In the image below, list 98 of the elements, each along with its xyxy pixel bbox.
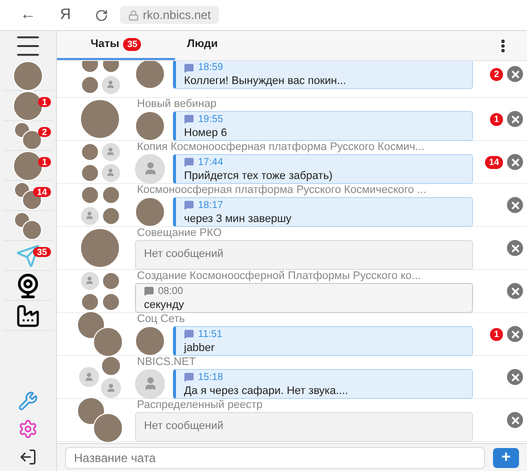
photo-placeholder bbox=[22, 220, 42, 240]
close-icon[interactable] bbox=[507, 197, 523, 213]
chat-name-field[interactable]: Название чата bbox=[65, 446, 485, 468]
exit-icon[interactable] bbox=[19, 448, 37, 466]
chat-title: Совещание РКО bbox=[136, 226, 223, 240]
chat-item[interactable]: NBICS.NET 15:18 Да я через сафари. Нет звука.... bbox=[57, 356, 527, 399]
webcam-icon[interactable] bbox=[15, 272, 41, 298]
message-time: 18:59 bbox=[198, 61, 224, 74]
photo-placeholder bbox=[135, 326, 165, 356]
user-silhouette-icon bbox=[80, 206, 98, 224]
tab[interactable]: Люди bbox=[175, 31, 245, 60]
chat-item[interactable]: Создание Космоноосферной Платформы Русского ко... 08:00 секунду bbox=[57, 270, 527, 313]
user-silhouette-icon bbox=[102, 164, 120, 182]
add-button[interactable]: + bbox=[493, 448, 519, 468]
sidebar-item[interactable]: 1 bbox=[3, 91, 53, 121]
chat-title: NBICS.NET bbox=[136, 356, 197, 368]
speech-bubble-icon bbox=[184, 329, 194, 339]
message-time: 17:44 bbox=[198, 156, 224, 168]
back-button[interactable]: ← bbox=[20, 3, 36, 27]
close-icon[interactable] bbox=[507, 111, 523, 127]
unread-count: 1 bbox=[490, 112, 503, 126]
message-time: 08:00 bbox=[158, 284, 184, 298]
chat-item[interactable]: 18:59 Коллеги! Вынужден вас покин... 2 bbox=[57, 61, 527, 98]
speech-bubble-icon bbox=[184, 200, 194, 210]
photo-placeholder bbox=[135, 196, 165, 226]
message-time: 19:55 bbox=[198, 112, 224, 126]
unread-count: 2 bbox=[38, 127, 51, 137]
message-text: Коллеги! Вынужден вас покин... bbox=[184, 74, 348, 88]
speech-bubble-icon bbox=[184, 114, 194, 124]
message-text: Нет сообщений bbox=[144, 419, 224, 434]
close-icon[interactable] bbox=[507, 326, 523, 342]
chat-title: Распределенный реестр bbox=[136, 398, 264, 412]
photo-placeholder bbox=[13, 60, 43, 90]
unread-count: 35 bbox=[32, 247, 51, 257]
url-text: rko.nbics.net bbox=[142, 7, 211, 24]
message-time: 15:18 bbox=[198, 370, 224, 384]
close-icon[interactable] bbox=[507, 154, 523, 170]
speech-bubble-icon bbox=[184, 157, 194, 167]
tools-icon[interactable] bbox=[18, 391, 38, 411]
user-silhouette-icon bbox=[135, 368, 165, 398]
message-time: 18:17 bbox=[198, 198, 224, 212]
chat-item[interactable]: Соц Сеть 11:51 jabber 1 bbox=[57, 313, 527, 356]
user-silhouette-icon bbox=[102, 76, 120, 94]
speech-bubble-icon bbox=[184, 62, 194, 72]
message-text: через 3 мин завершу bbox=[184, 212, 292, 226]
user-silhouette-icon bbox=[80, 272, 98, 290]
sidebar-item[interactable]: 2 bbox=[3, 121, 53, 151]
unread-count: 1 bbox=[490, 328, 503, 340]
photo-placeholder bbox=[135, 110, 165, 140]
message-text: Номер 6 bbox=[184, 126, 228, 140]
chat-item[interactable]: Совещание РКО Нет сообщений bbox=[57, 227, 527, 270]
chat-title: Космоноосферная платформа Русского Космического ... bbox=[136, 184, 428, 196]
close-icon[interactable] bbox=[507, 66, 523, 82]
close-icon[interactable] bbox=[507, 412, 523, 428]
address-bar[interactable]: rko.nbics.net bbox=[120, 6, 219, 24]
user-silhouette-icon bbox=[79, 367, 99, 387]
chat-item[interactable]: Новый вебинар 19:55 Номер 6 1 bbox=[57, 98, 527, 141]
chat-item[interactable]: Копия Космоноосферная платформа Русского Космич... 17:44 Прийдется тех тоже забрать) 14 bbox=[57, 141, 527, 184]
photo-placeholder bbox=[80, 186, 98, 204]
unread-count: 14 bbox=[32, 187, 51, 197]
sidebar-item[interactable]: 1 bbox=[3, 151, 53, 181]
yandex-logo[interactable]: Я bbox=[60, 4, 71, 26]
chat-title: Соц Сеть bbox=[136, 312, 186, 326]
chat-title: Новый вебинар bbox=[136, 98, 218, 110]
user-silhouette-icon bbox=[135, 154, 165, 184]
chat-item[interactable]: Космоноосферная платформа Русского Космического ... 18:17 через 3 мин завершу bbox=[57, 184, 527, 227]
unread-count: 35 bbox=[123, 38, 142, 51]
chat-item[interactable]: Распределенный реестр Нет сообщений bbox=[57, 399, 527, 442]
unread-count: 2 bbox=[490, 68, 503, 80]
speech-bubble-icon bbox=[184, 372, 194, 382]
close-icon[interactable] bbox=[507, 283, 523, 299]
photo-placeholder bbox=[102, 272, 120, 290]
sidebar-item[interactable] bbox=[3, 271, 53, 301]
message-text: секунду bbox=[144, 298, 186, 312]
photo-placeholder bbox=[80, 76, 98, 94]
speech-bubble-icon bbox=[144, 286, 154, 296]
message-time: 11:51 bbox=[198, 328, 222, 340]
chat-title: Копия Космоноосферная платформа Русского Космич... bbox=[136, 140, 426, 154]
unread-count: 14 bbox=[484, 156, 503, 168]
close-icon[interactable] bbox=[507, 369, 523, 385]
message-text: Нет сообщений bbox=[144, 247, 224, 262]
message-text: jabber bbox=[184, 340, 216, 354]
chat-title: Создание Космоноосферной Платформы Русского ко... bbox=[136, 270, 422, 282]
photo-placeholder bbox=[102, 186, 120, 204]
message-text: Прийдется тех тоже забрать) bbox=[184, 168, 334, 182]
sidebar-item[interactable]: 35 bbox=[3, 241, 53, 271]
reload-icon[interactable] bbox=[94, 8, 108, 22]
factory-icon[interactable] bbox=[15, 302, 41, 328]
settings-icon[interactable] bbox=[18, 419, 38, 439]
sidebar-item[interactable]: 14 bbox=[3, 181, 53, 211]
photo-placeholder bbox=[80, 164, 98, 182]
message-text: Да я через сафари. Нет звука.... bbox=[184, 384, 350, 398]
photo-placeholder bbox=[102, 206, 120, 224]
user-silhouette-icon bbox=[102, 142, 120, 160]
close-icon[interactable] bbox=[507, 240, 523, 256]
lock-icon bbox=[128, 10, 139, 20]
photo-placeholder bbox=[80, 142, 98, 160]
user-silhouette-icon bbox=[101, 378, 121, 398]
